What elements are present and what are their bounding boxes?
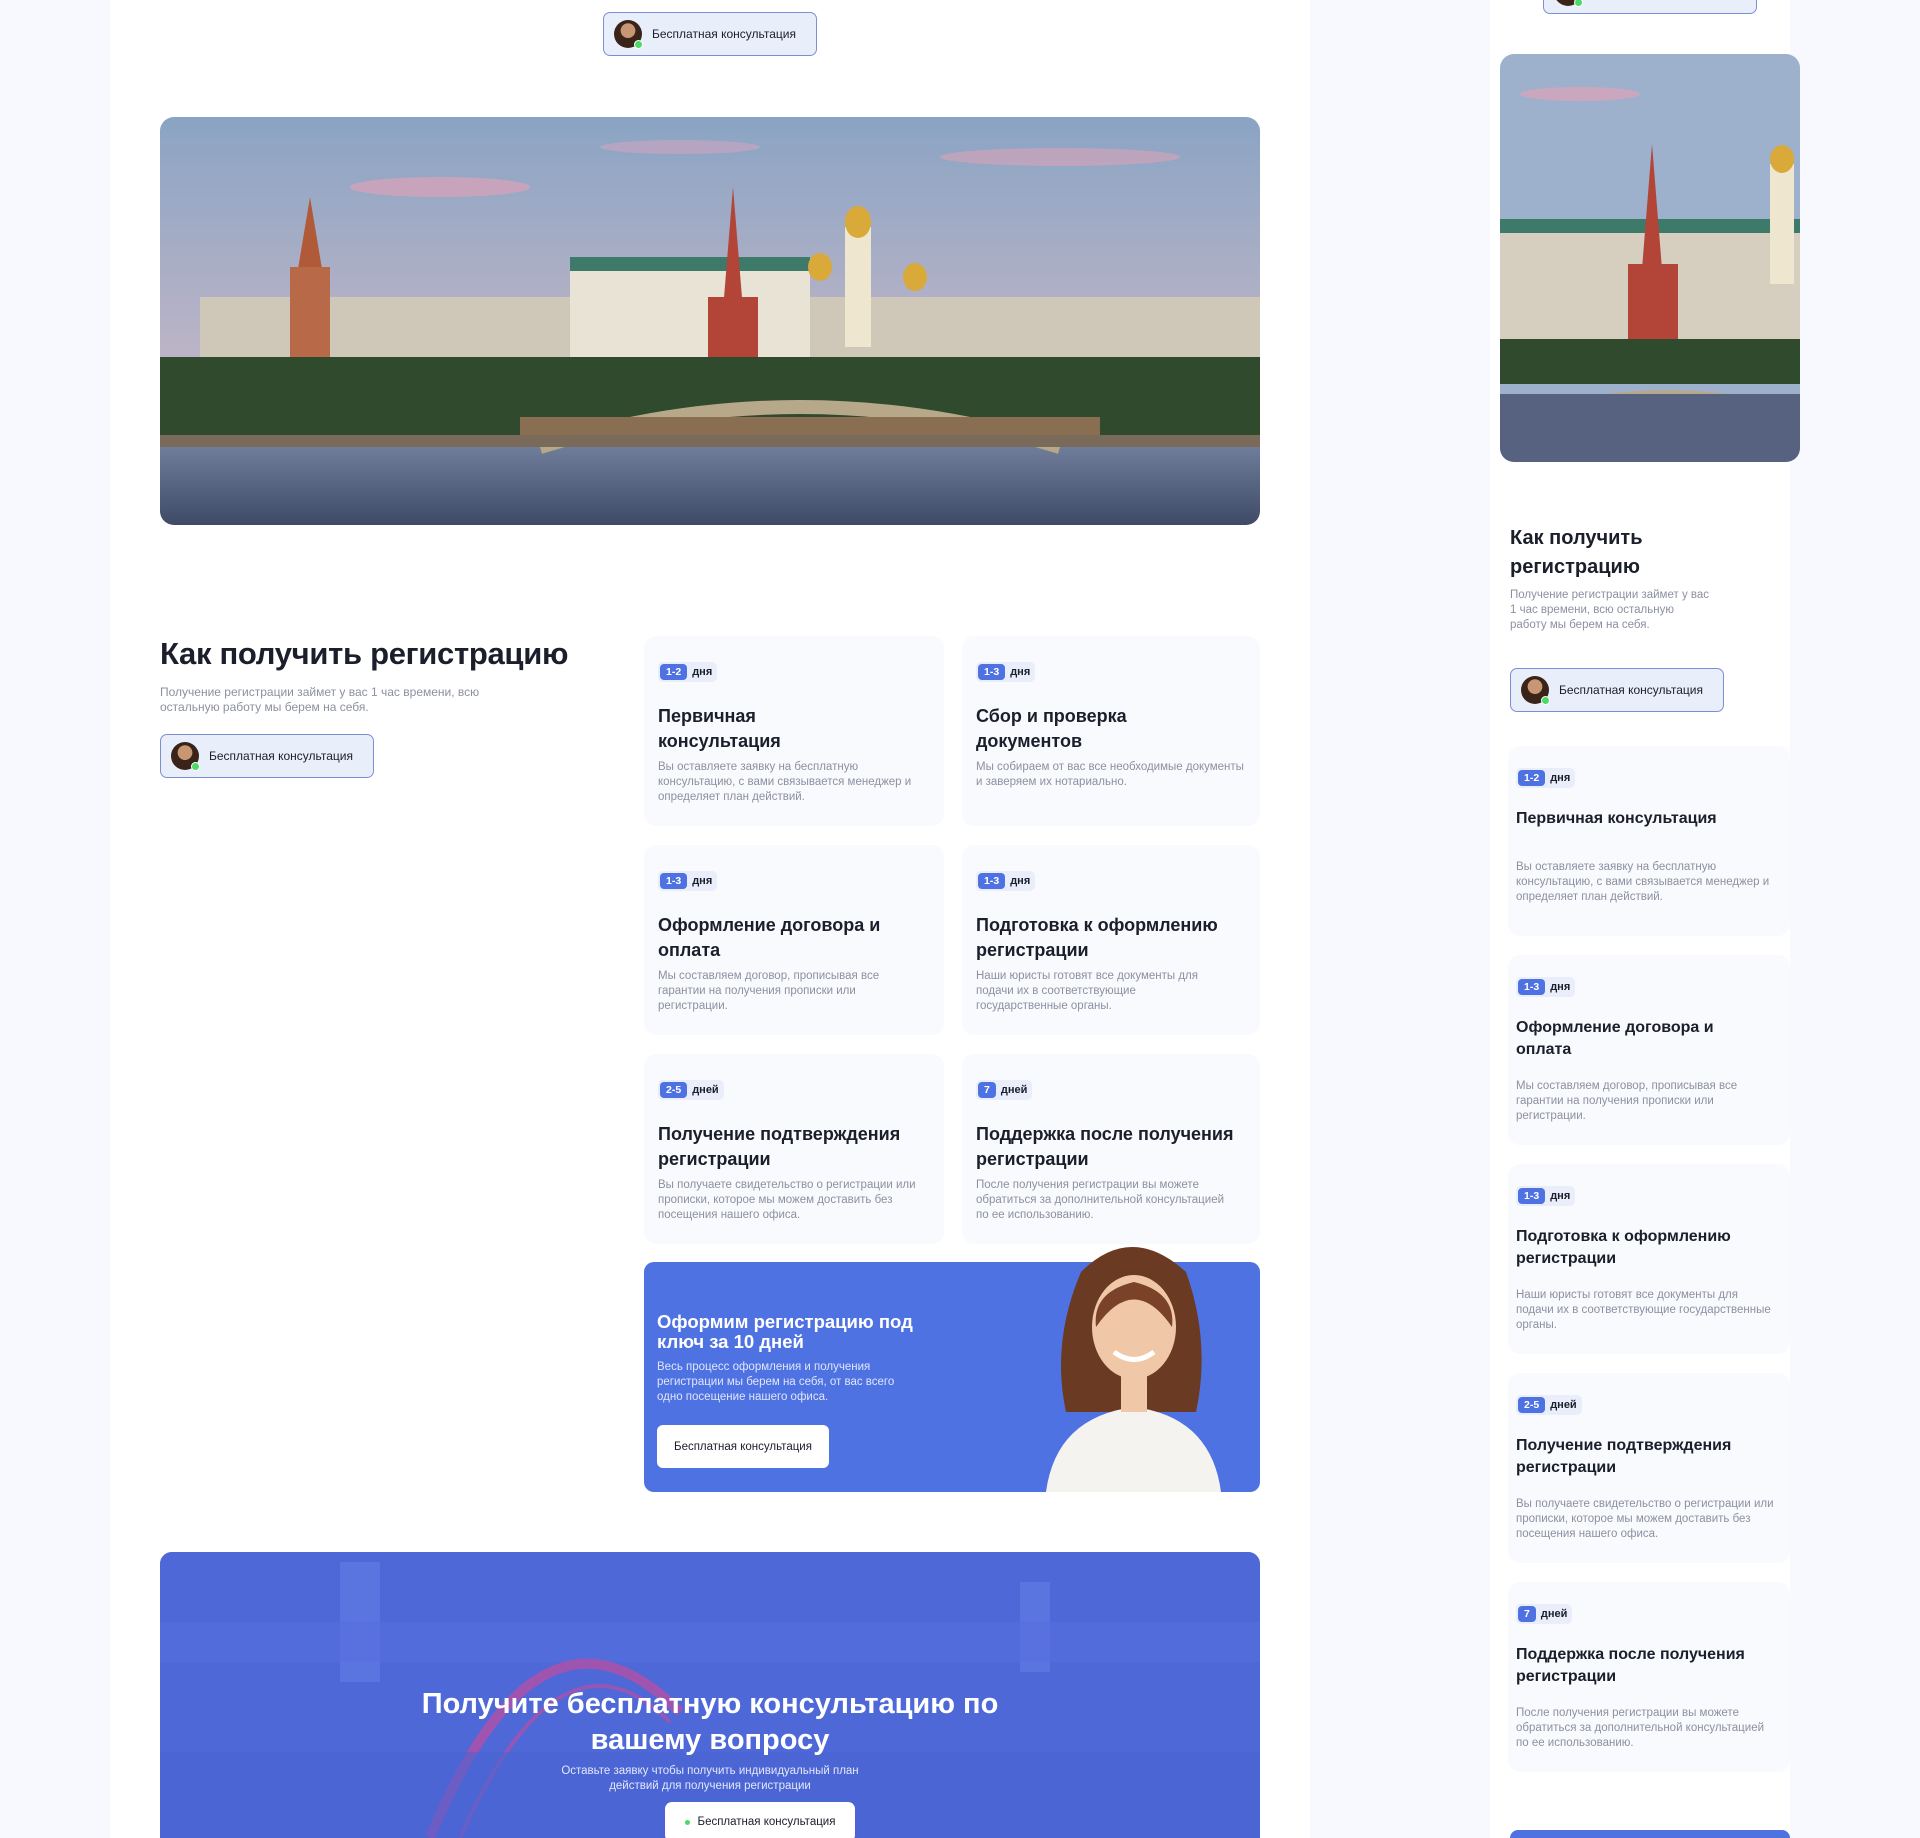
cta-text: Оставьте заявку чтобы получить индивидуа… — [561, 1765, 859, 1792]
duration-badge: 7 дней — [976, 1080, 1033, 1100]
step-text: Мы составляем договор, прописывая все га… — [1516, 1080, 1738, 1122]
step-text: После получения регистрации вы можете об… — [976, 1179, 1225, 1221]
step-card: 1-2 дня Первичная консультация Вы оставля… — [644, 636, 944, 826]
step-text: Мы собираем от вас все необходимые докум… — [976, 761, 1244, 788]
top-consult-button[interactable]: Бесплатная консультация — [603, 12, 817, 56]
step-title: Первичная консультация — [1516, 810, 1717, 827]
step-card: 1-3 дня Оформление договора и оплата Мы с… — [644, 845, 944, 1035]
section-title: Как получить регистрацию — [160, 636, 569, 671]
step-title: Поддержка после получения регистрации — [976, 1124, 1234, 1169]
step-text: Наши юристы готовят все документы для по… — [1516, 1289, 1771, 1331]
top-consult-button[interactable] — [1543, 0, 1757, 14]
desktop-page: Бесплатная консультация Как получить рег… — [110, 0, 1310, 1838]
duration-badge: 2-5 дней — [1516, 1395, 1582, 1415]
duration-badge: 1-3 дня — [658, 871, 718, 891]
duration-badge: 7 дней — [1516, 1604, 1573, 1624]
step-text: Вы получаете свидетельство о регистрации… — [658, 1179, 916, 1221]
button-label: Бесплатная консультация — [652, 27, 796, 41]
step-card: 1-3 дня Сбор и проверка документов Мы соб… — [962, 636, 1260, 826]
section-consult-button[interactable]: Бесплатная консультация — [160, 734, 374, 778]
duration-badge: 2-5 дней — [658, 1080, 724, 1100]
kremlin-photo — [160, 117, 1260, 525]
step-title: Поддержка после получения регистрации — [1516, 1646, 1745, 1685]
kremlin-photo — [1500, 54, 1800, 462]
step-title: Подготовка к оформлению регистрации — [976, 915, 1218, 960]
step-text: Мы составляем договор, прописывая все га… — [658, 970, 880, 1012]
section-title: Как получить регистрацию — [1510, 527, 1643, 578]
step-text: Вы оставляете заявку на бесплатную консу… — [658, 761, 912, 803]
step-title: Подготовка к оформлению регистрации — [1516, 1228, 1731, 1267]
step-card: 7 дней Поддержка после получения регистра… — [962, 1054, 1260, 1244]
duration-badge: 1-2 дня — [658, 662, 718, 682]
step-text: Наши юристы готовят все документы для по… — [976, 970, 1198, 1012]
duration-badge: 1-3 дня — [1516, 977, 1576, 997]
step-title: Получение подтверждения регистрации — [658, 1124, 901, 1169]
step-text: Вы получаете свидетельство о регистрации… — [1516, 1498, 1774, 1540]
cta-title: Получите бесплатную консультацию по ваше… — [421, 1688, 999, 1756]
avatar — [1521, 676, 1550, 705]
avatar — [614, 20, 643, 49]
step-text: Вы оставляете заявку на бесплатную консу… — [1516, 861, 1770, 903]
avatar — [171, 742, 200, 771]
promo-title: Оформим регистрацию под ключ за 10 дней — [657, 1311, 913, 1352]
promo-banner: Оформим регистрацию под ключ за 10 дней … — [644, 1247, 1260, 1492]
mobile-page: Как получить регистрацию Получение регис… — [1490, 0, 1800, 1838]
step-title: Оформление договора и оплата — [1516, 1019, 1714, 1058]
section-subtitle: Получение регистрации займет у вас 1 час… — [160, 685, 480, 714]
step-card: 1-2 дня Первичная консультация Вы оставля… — [1508, 746, 1790, 936]
duration-badge: 1-3 дня — [976, 662, 1036, 682]
cta-consult-button[interactable]: Бесплатная консультация — [665, 1802, 855, 1838]
button-label: Бесплатная консультация — [1559, 683, 1703, 697]
avatar — [1554, 0, 1583, 7]
step-title: Получение подтверждения регистрации — [1516, 1437, 1732, 1476]
online-dot-icon — [684, 1819, 690, 1825]
step-card: 2-5 дней Получение подтверждения регистра… — [644, 1054, 944, 1244]
promo-text: Весь процесс оформления и получения реги… — [657, 1361, 895, 1403]
button-label: Бесплатная консультация — [209, 749, 353, 763]
step-card: 7 дней Поддержка после получения регистра… — [1508, 1582, 1790, 1772]
promo-consult-button[interactable]: Бесплатная консультация — [657, 1425, 829, 1468]
duration-badge: 1-2 дня — [1516, 768, 1576, 788]
section-subtitle: Получение регистрации займет у вас 1 час… — [1510, 589, 1710, 631]
step-title: Первичная консультация — [658, 706, 781, 751]
step-card: 1-3 дня Подготовка к оформлению регистрац… — [1508, 1164, 1790, 1354]
step-title: Сбор и проверка документов — [976, 706, 1127, 751]
step-title: Оформление договора и оплата — [658, 915, 881, 960]
section-consult-button[interactable]: Бесплатная консультация — [1510, 668, 1724, 712]
step-text: После получения регистрации вы можете об… — [1516, 1707, 1765, 1749]
step-card: 1-3 дня Подготовка к оформлению регистрац… — [962, 845, 1260, 1035]
consultant-photo — [1046, 1247, 1221, 1492]
duration-badge: 1-3 дня — [976, 871, 1036, 891]
cta-banner: Получите бесплатную консультацию по ваше… — [160, 1552, 1260, 1838]
step-card: 1-3 дня Оформление договора и оплата Мы с… — [1508, 955, 1790, 1145]
duration-badge: 1-3 дня — [1516, 1186, 1576, 1206]
promo-banner-edge — [1510, 1830, 1790, 1838]
step-card: 2-5 дней Получение подтверждения регистра… — [1508, 1373, 1790, 1563]
